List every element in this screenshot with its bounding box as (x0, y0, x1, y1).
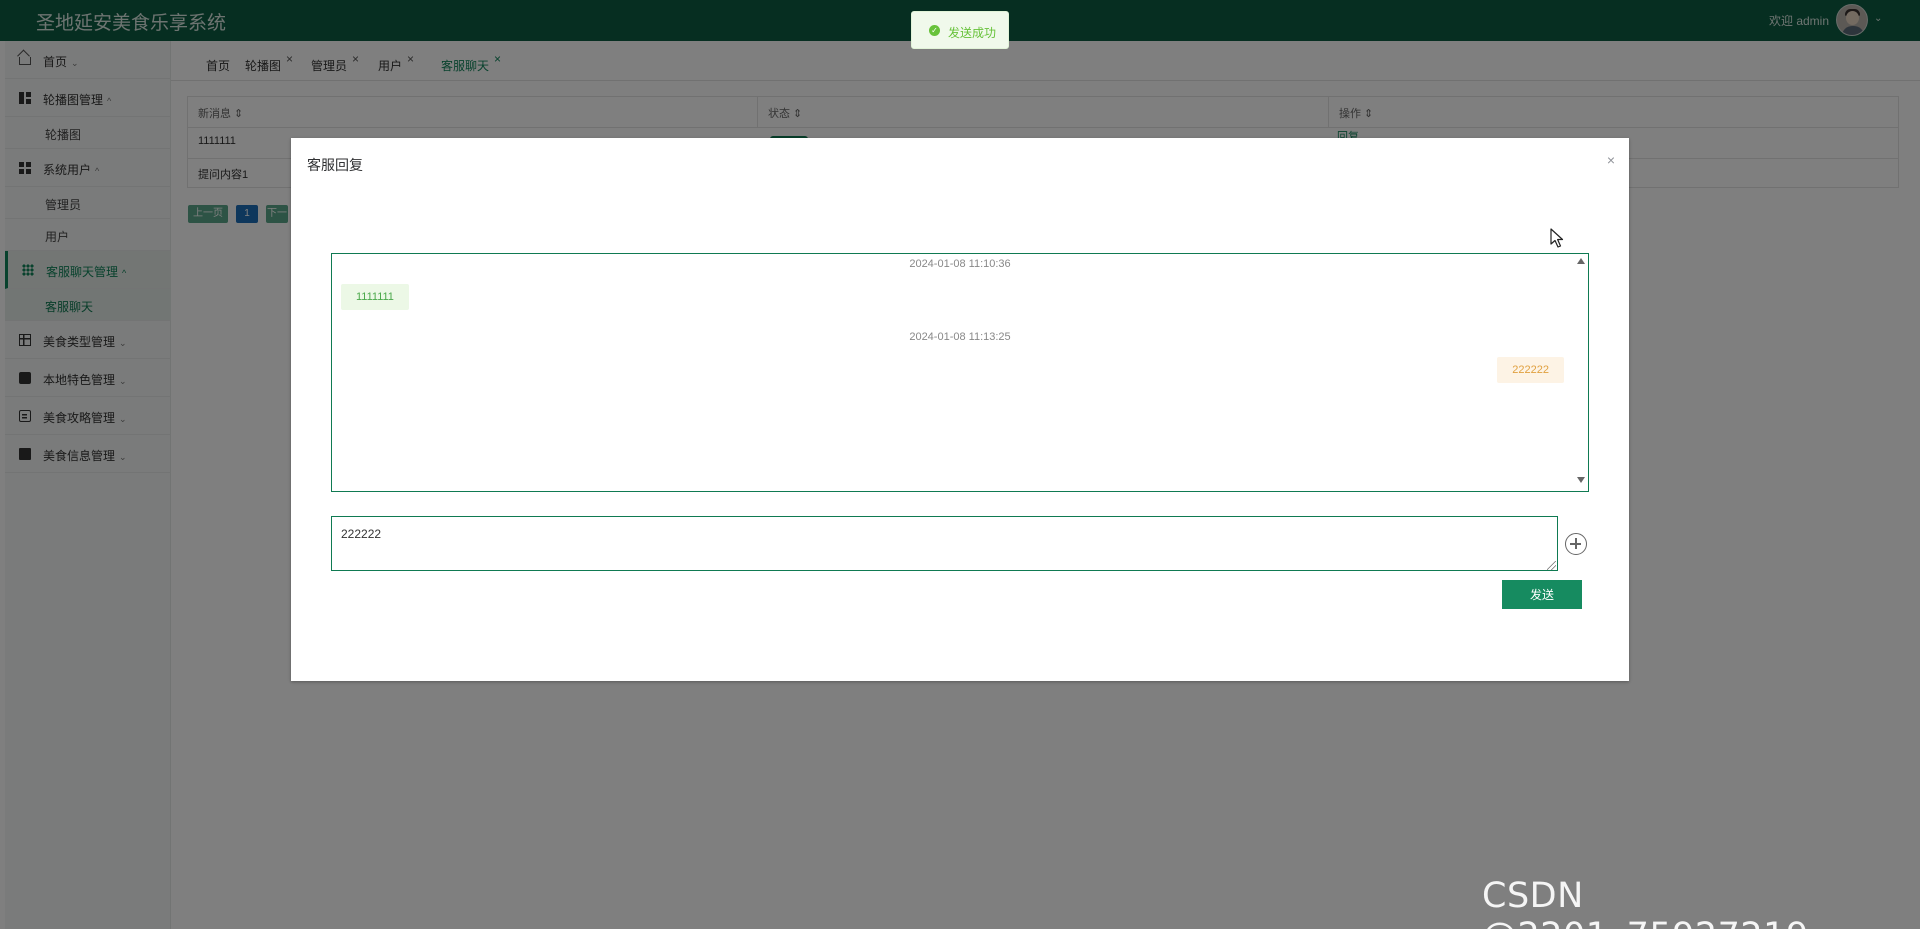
scroll-up-arrow-icon[interactable] (1577, 258, 1585, 264)
add-circle-icon[interactable] (1565, 533, 1587, 555)
close-icon[interactable]: × (1607, 152, 1615, 168)
mouse-cursor-icon (1550, 228, 1564, 248)
resize-handle-icon[interactable] (1547, 561, 1556, 570)
message-timestamp: 2024-01-08 11:10:36 (909, 258, 1011, 270)
scroll-down-arrow-icon[interactable] (1577, 477, 1585, 483)
admin-message-bubble: 222222 (1497, 357, 1564, 383)
toast-message: 发送成功 (948, 26, 997, 40)
watermark-text: CSDN @2201_75927219 (1482, 876, 1808, 932)
chat-history[interactable]: 2024-01-08 11:10:36 1111111 2024-01-08 1… (331, 253, 1589, 492)
success-toast: ✓ 发送成功 (911, 11, 1009, 49)
reply-input[interactable]: 222222 (331, 516, 1558, 571)
user-message-bubble: 1111111 (341, 284, 409, 310)
reply-dialog: 客服回复 × 2024-01-08 11:10:36 1111111 2024-… (291, 138, 1629, 681)
dialog-title: 客服回复 (307, 157, 363, 173)
send-button[interactable]: 发送 (1502, 580, 1582, 609)
check-circle-icon: ✓ (929, 25, 940, 36)
message-timestamp: 2024-01-08 11:13:25 (909, 331, 1011, 343)
